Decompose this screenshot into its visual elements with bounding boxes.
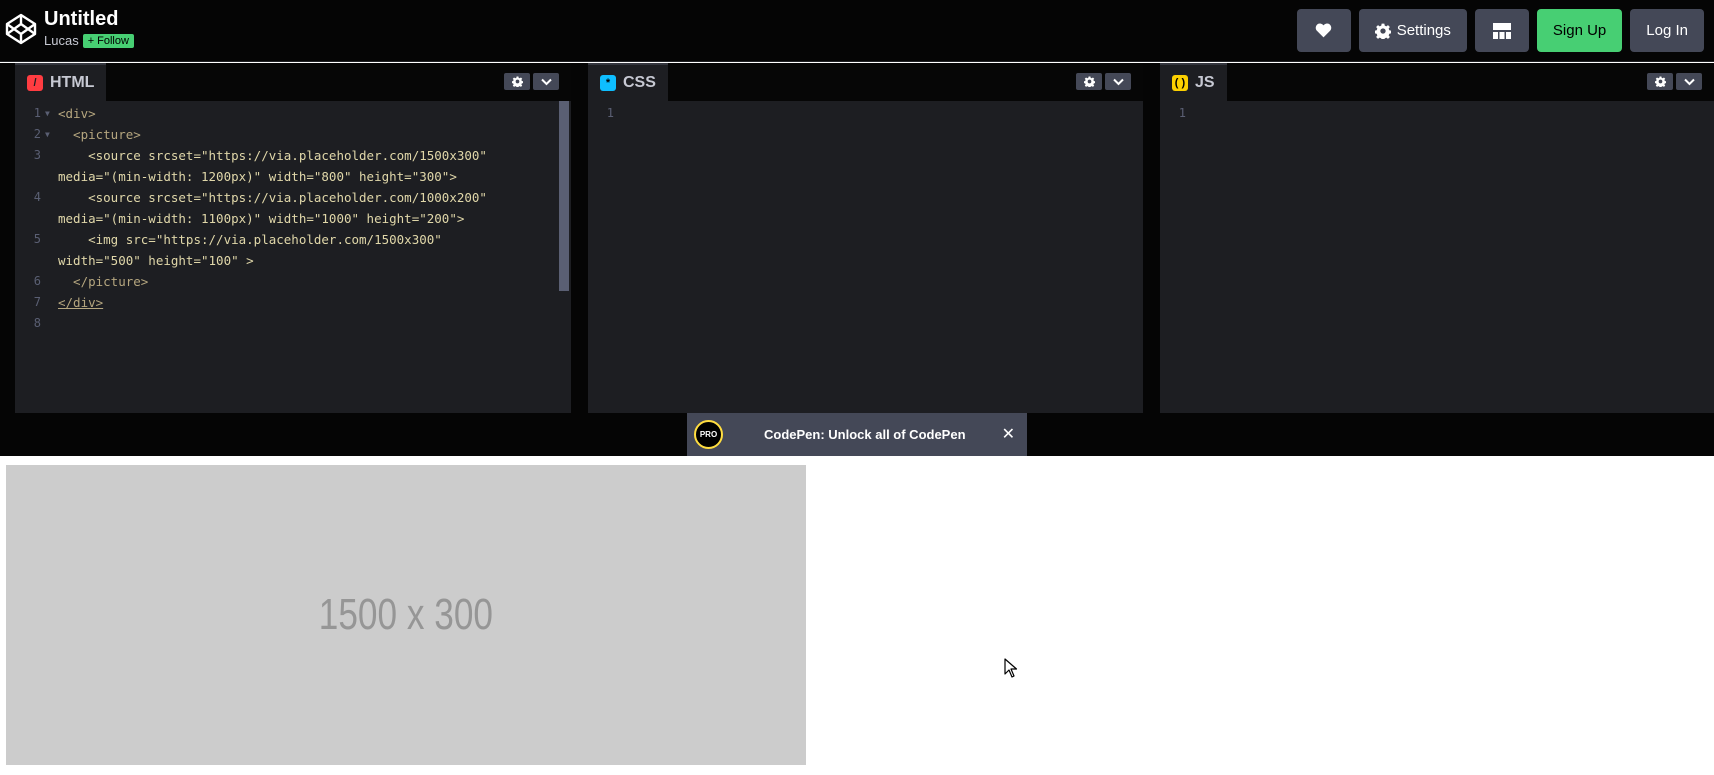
header-buttons: Settings Sign Up Log In	[1296, 9, 1704, 52]
tab-html-label: HTML	[50, 74, 95, 91]
css-code-area[interactable]: 1	[588, 101, 1143, 413]
code-line: media="(min-width: 1200px)" width="800" …	[15, 166, 571, 187]
html-editor-header: / HTML	[15, 63, 571, 101]
sign-up-button[interactable]: Sign Up	[1536, 9, 1623, 52]
code-line: 6 </picture>	[15, 271, 571, 292]
chevron-down-icon	[1683, 78, 1695, 85]
line-number: 1	[33, 106, 41, 120]
line-number: 6	[33, 274, 41, 288]
pro-banner-text[interactable]: CodePen: Unlock all of CodePen	[764, 427, 966, 442]
editor-area: / HTML 1 ▼ <div> 2 ▼ <picture> 3 <source…	[0, 63, 1714, 413]
code-text: </div>	[58, 295, 104, 310]
code-line: media="(min-width: 1100px)" width="1000"…	[15, 208, 571, 229]
pen-title[interactable]: Untitled	[44, 7, 134, 31]
code-line: 1	[1160, 103, 1714, 124]
code-line: 4 <source srcset="https://via.placeholde…	[15, 187, 571, 208]
line-number: 1	[1178, 106, 1186, 120]
code-text: <img src="https://via.placeholder.com/15…	[58, 232, 442, 247]
code-line: 7 </div>	[15, 292, 571, 313]
js-editor-header: ( ) JS	[1160, 63, 1714, 101]
line-number: 1	[606, 106, 614, 120]
owner-row: Lucas + Follow	[44, 33, 134, 48]
chevron-down-icon	[1112, 78, 1124, 85]
gear-icon	[1083, 76, 1095, 87]
close-icon[interactable]: ✕	[1002, 424, 1015, 444]
settings-button[interactable]: Settings	[1358, 9, 1467, 52]
placeholder-image-label: 1500 x 300	[318, 590, 494, 639]
code-text: media="(min-width: 1200px)" width="800" …	[58, 169, 457, 184]
html-editor-pane: / HTML 1 ▼ <div> 2 ▼ <picture> 3 <source…	[15, 63, 571, 413]
css-settings-button[interactable]	[1076, 73, 1102, 90]
fold-arrow-icon[interactable]: ▼	[45, 124, 50, 145]
code-text: </picture>	[58, 274, 149, 289]
html-settings-button[interactable]	[504, 73, 530, 90]
code-line: 5 <img src="https://via.placeholder.com/…	[15, 229, 571, 250]
gear-icon	[1374, 23, 1391, 39]
code-text: <div>	[58, 106, 96, 121]
log-in-button[interactable]: Log In	[1630, 9, 1704, 52]
gear-icon	[1654, 76, 1666, 87]
settings-label: Settings	[1396, 22, 1451, 39]
tab-css-label: CSS	[623, 74, 656, 91]
code-text: width="500" height="100" >	[58, 253, 254, 268]
code-text: <source srcset="https://via.placeholder.…	[58, 148, 487, 163]
tab-js-label: JS	[1195, 74, 1215, 91]
pen-title-block: Untitled Lucas + Follow	[44, 7, 134, 48]
code-text: <picture>	[58, 127, 141, 142]
layout-grid-icon	[1492, 22, 1511, 39]
css-expand-button[interactable]	[1105, 73, 1131, 90]
tab-css[interactable]: * CSS	[588, 63, 668, 101]
pro-badge-icon: PRO	[694, 420, 723, 449]
code-line: 8	[15, 313, 571, 334]
heart-icon	[1315, 23, 1332, 38]
placeholder-image: 1500 x 300	[6, 465, 806, 765]
js-expand-button[interactable]	[1676, 73, 1702, 90]
follow-button[interactable]: + Follow	[82, 33, 134, 48]
fold-arrow-icon[interactable]: ▼	[45, 103, 50, 124]
code-line: width="500" height="100" >	[15, 250, 571, 271]
pro-banner-bar: PRO CodePen: Unlock all of CodePen ✕	[0, 413, 1714, 456]
like-button[interactable]	[1296, 9, 1351, 52]
chevron-down-icon	[540, 78, 552, 85]
line-number: 5	[33, 232, 41, 246]
code-line: 1	[588, 103, 1143, 124]
line-number: 2	[33, 127, 41, 141]
owner-name[interactable]: Lucas	[44, 33, 79, 48]
change-view-button[interactable]	[1474, 9, 1529, 52]
result-preview: 1500 x 300	[0, 456, 1714, 775]
top-header: Untitled Lucas + Follow Settings Sign Up…	[0, 0, 1714, 62]
js-icon: ( )	[1172, 75, 1188, 91]
codepen-logo-icon[interactable]	[4, 12, 38, 46]
gear-icon	[511, 76, 523, 87]
code-line: 1 ▼ <div>	[15, 103, 571, 124]
tab-js[interactable]: ( ) JS	[1160, 63, 1227, 101]
mouse-cursor-icon	[1004, 658, 1018, 678]
css-editor-pane: * CSS 1	[588, 63, 1143, 413]
line-number: 4	[33, 190, 41, 204]
line-number: 3	[33, 148, 41, 162]
html-expand-button[interactable]	[533, 73, 559, 90]
tab-html[interactable]: / HTML	[15, 63, 107, 101]
code-text: media="(min-width: 1100px)" width="1000"…	[58, 211, 465, 226]
js-settings-button[interactable]	[1647, 73, 1673, 90]
html-editor-scrollbar[interactable]	[559, 101, 569, 291]
line-number: 7	[33, 295, 41, 309]
css-editor-controls	[1076, 73, 1131, 90]
html-editor-controls	[504, 73, 559, 90]
code-text: <source srcset="https://via.placeholder.…	[58, 190, 487, 205]
plus-icon: +	[87, 34, 95, 47]
pro-banner[interactable]: PRO CodePen: Unlock all of CodePen ✕	[687, 413, 1027, 456]
js-editor-controls	[1647, 73, 1702, 90]
follow-label: Follow	[97, 34, 129, 47]
code-line: 3 <source srcset="https://via.placeholde…	[15, 145, 571, 166]
js-code-area[interactable]: 1	[1160, 101, 1714, 413]
html-icon: /	[27, 75, 43, 91]
css-icon: *	[600, 75, 616, 91]
css-editor-header: * CSS	[588, 63, 1143, 101]
line-number: 8	[33, 316, 41, 330]
js-editor-pane: ( ) JS 1	[1160, 63, 1714, 413]
html-code-area[interactable]: 1 ▼ <div> 2 ▼ <picture> 3 <source srcset…	[15, 101, 571, 413]
code-line: 2 ▼ <picture>	[15, 124, 571, 145]
